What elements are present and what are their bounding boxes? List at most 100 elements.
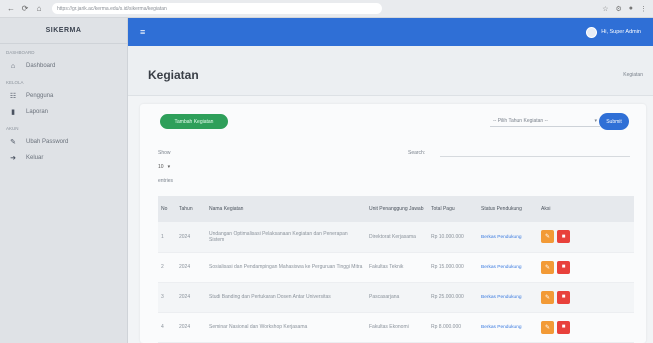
col-header-aksi: Aksi — [538, 196, 634, 222]
kegiatan-table: No Tahun Nama Kegiatan Unit Penanggung J… — [158, 196, 634, 343]
refresh-icon[interactable]: ⟳ — [20, 4, 30, 14]
sidebar-item-ubah-password[interactable]: ✎ Ubah Password — [0, 134, 127, 150]
cell-status: Berkas Pendukung — [478, 222, 538, 253]
cell-status: Berkas Pendukung — [478, 282, 538, 313]
chevron-down-icon: ▾ — [594, 118, 597, 124]
edit-icon[interactable]: ✎ — [541, 290, 554, 304]
cell-no: 3 — [158, 282, 176, 313]
address-bar[interactable]: https://gr.jarik.ac/kerma.edu/s.id/siker… — [52, 3, 382, 14]
kegiatan-card: Tambah Kegiatan -- Pilih Tahun Kegiatan … — [140, 104, 646, 343]
status-link[interactable]: Berkas Pendukung — [481, 325, 522, 330]
delete-icon[interactable]: ■ — [557, 290, 570, 304]
sidebar-item-pengguna[interactable]: ☷ Pengguna — [0, 88, 127, 104]
table-row: 1 2024 Undangan Optimalisasi Pelaksanaan… — [158, 222, 634, 253]
sidebar-item-label: Dashboard — [26, 63, 56, 69]
col-header-no[interactable]: No — [158, 196, 176, 222]
sidebar-item-label: Keluar — [26, 155, 44, 161]
breadcrumb[interactable]: Kegiatan — [623, 72, 643, 78]
report-icon: ▮ — [11, 109, 15, 116]
table-row: 3 2024 Studi Banding dan Pertukaran Dose… — [158, 282, 634, 313]
col-header-total[interactable]: Total Pagu — [428, 196, 478, 222]
col-header-unit[interactable]: Unit Penanggung Jawab — [366, 196, 428, 222]
page-title: Kegiatan — [148, 68, 199, 82]
sidebar-item-label: Ubah Password — [26, 139, 69, 145]
table-header-row: No Tahun Nama Kegiatan Unit Penanggung J… — [158, 196, 634, 222]
cell-total: Rp 10.000.000 — [428, 222, 478, 253]
chevron-down-icon: ▾ — [167, 164, 171, 170]
cell-unit: Direktorat Kerjasama — [366, 222, 428, 253]
year-select[interactable]: -- Pilih Tahun Kegiatan -- ▾ — [490, 116, 600, 127]
home-icon[interactable]: ⌂ — [34, 4, 44, 14]
edit-icon[interactable]: ✎ — [541, 260, 554, 274]
user-name: Hi, Super Admin — [601, 29, 641, 35]
entries-select-value: 10 — [158, 164, 164, 170]
cell-nama: Sosialisasi dan Pendampingan Mahasiswa k… — [206, 252, 366, 283]
sidebar-item-laporan[interactable]: ▮ Laporan — [0, 104, 127, 120]
edit-icon[interactable]: ✎ — [541, 320, 554, 334]
edit-icon[interactable]: ✎ — [541, 230, 554, 244]
sidebar-section-dashboard: Dashboard — [6, 50, 35, 55]
cell-no: 4 — [158, 312, 176, 343]
cell-aksi: ✎ ■ — [538, 312, 634, 343]
browser-toolbar: ← ⟳ ⌂ https://gr.jarik.ac/kerma.edu/s.id… — [0, 0, 653, 18]
status-link[interactable]: Berkas Pendukung — [481, 265, 522, 270]
profile-icon[interactable]: ● — [629, 5, 633, 13]
hamburger-menu-icon[interactable]: ≡ — [140, 27, 145, 37]
show-label: Show — [158, 150, 171, 156]
search-label: Search: — [408, 150, 426, 156]
cell-total: Rp 25.000.000 — [428, 282, 478, 313]
cell-total: Rp 8.000.000 — [428, 312, 478, 343]
top-navbar: ≡ Hi, Super Admin — [128, 18, 653, 46]
cell-unit: Pascasarjana — [366, 282, 428, 313]
col-header-tahun[interactable]: Tahun — [176, 196, 206, 222]
entries-select[interactable]: 10 ▾ — [158, 162, 186, 172]
cell-total: Rp 15.000.000 — [428, 252, 478, 283]
sidebar-section-akun: Akun — [6, 126, 19, 131]
cell-no: 2 — [158, 252, 176, 283]
sidebar-item-label: Pengguna — [26, 93, 54, 99]
delete-icon[interactable]: ■ — [557, 230, 570, 244]
back-arrow-icon[interactable]: ← — [6, 4, 16, 14]
menu-icon[interactable]: ⋮ — [640, 5, 647, 13]
entries-label: entries — [158, 178, 174, 184]
cell-tahun: 2024 — [176, 222, 206, 253]
search-input[interactable] — [440, 147, 630, 157]
cell-aksi: ✎ ■ — [538, 222, 634, 253]
cell-tahun: 2024 — [176, 282, 206, 313]
cell-nama: Seminar Nasional dan Workshop Kerjasama — [206, 312, 366, 343]
submit-button[interactable]: Submit — [599, 113, 629, 130]
users-icon: ☷ — [9, 93, 17, 100]
status-link[interactable]: Berkas Pendukung — [481, 295, 522, 300]
status-link[interactable]: Berkas Pendukung — [481, 235, 522, 240]
cell-status: Berkas Pendukung — [478, 312, 538, 343]
star-icon[interactable]: ☆ — [602, 5, 608, 13]
cell-status: Berkas Pendukung — [478, 252, 538, 283]
delete-icon[interactable]: ■ — [557, 320, 570, 334]
cell-unit: Fakultas Ekonomi — [366, 312, 428, 343]
browser-actions: ☆ ⚙ ● ⋮ — [602, 5, 647, 13]
extensions-icon[interactable]: ⚙ — [615, 5, 621, 13]
cell-no: 1 — [158, 222, 176, 253]
col-header-nama[interactable]: Nama Kegiatan — [206, 196, 366, 222]
sidebar-item-label: Laporan — [26, 109, 49, 115]
table-row: 2 2024 Sosialisasi dan Pendampingan Maha… — [158, 252, 634, 283]
user-menu[interactable]: Hi, Super Admin — [586, 26, 641, 38]
delete-icon[interactable]: ■ — [557, 260, 570, 274]
page-header: Kegiatan Kegiatan — [128, 46, 653, 96]
cell-aksi: ✎ ■ — [538, 252, 634, 283]
home-icon: ⌂ — [10, 62, 16, 70]
cell-nama: Studi Banding dan Pertukaran Dosen Antar… — [206, 282, 366, 313]
sidebar-item-dashboard[interactable]: ⌂ Dashboard — [0, 58, 127, 74]
brand-logo[interactable]: SIKERMA — [0, 18, 127, 44]
cell-nama: Undangan Optimalisasi Pelaksanaan Kegiat… — [206, 222, 366, 253]
col-header-status[interactable]: Status Pendukung — [478, 196, 538, 222]
cell-aksi: ✎ ■ — [538, 282, 634, 313]
add-kegiatan-button[interactable]: Tambah Kegiatan — [160, 114, 228, 129]
logout-icon: ➜ — [10, 155, 16, 162]
table-row: 4 2024 Seminar Nasional dan Workshop Ker… — [158, 312, 634, 343]
sidebar-item-keluar[interactable]: ➜ Keluar — [0, 150, 127, 166]
sidebar-section-kelola: Kelola — [6, 80, 24, 85]
avatar — [586, 26, 598, 38]
wrench-icon: ✎ — [10, 139, 16, 146]
sidebar: SIKERMA Dashboard ⌂ Dashboard Kelola ☷ P… — [0, 18, 128, 343]
